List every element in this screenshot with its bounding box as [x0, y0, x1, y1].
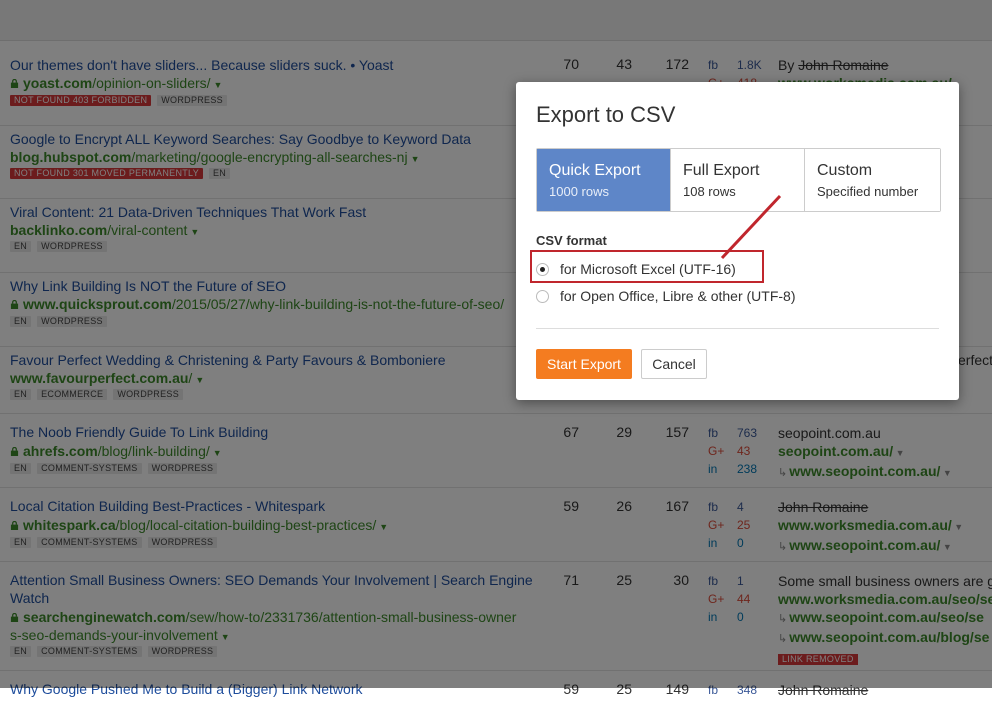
tab-sublabel: Specified number — [817, 184, 919, 199]
tab-sublabel: 1000 rows — [549, 184, 609, 199]
tab-custom[interactable]: Custom Specified number — [805, 149, 940, 211]
export-csv-dialog: Export to CSV Quick Export 1000 rows Ful… — [516, 82, 959, 400]
dialog-title: Export to CSV — [536, 102, 676, 127]
radio-label: for Open Office, Libre & other (UTF-8) — [560, 288, 796, 304]
tab-full-export[interactable]: Full Export 108 rows — [671, 149, 805, 211]
radio-unselected-icon[interactable] — [536, 290, 549, 303]
cancel-button[interactable]: Cancel — [641, 349, 707, 379]
csv-format-label: CSV format — [536, 233, 607, 248]
export-type-tabs: Quick Export 1000 rows Full Export 108 r… — [536, 148, 941, 212]
tab-label: Quick Export — [549, 162, 641, 179]
start-export-button[interactable]: Start Export — [536, 349, 632, 379]
divider — [536, 328, 939, 329]
annotation-highlight-box — [530, 250, 764, 283]
radio-openoffice-utf8[interactable]: for Open Office, Libre & other (UTF-8) — [536, 287, 936, 307]
tab-sublabel: 108 rows — [683, 184, 736, 199]
tab-quick-export[interactable]: Quick Export 1000 rows — [537, 149, 671, 211]
tab-label: Full Export — [683, 162, 760, 179]
tab-label: Custom — [817, 162, 873, 179]
